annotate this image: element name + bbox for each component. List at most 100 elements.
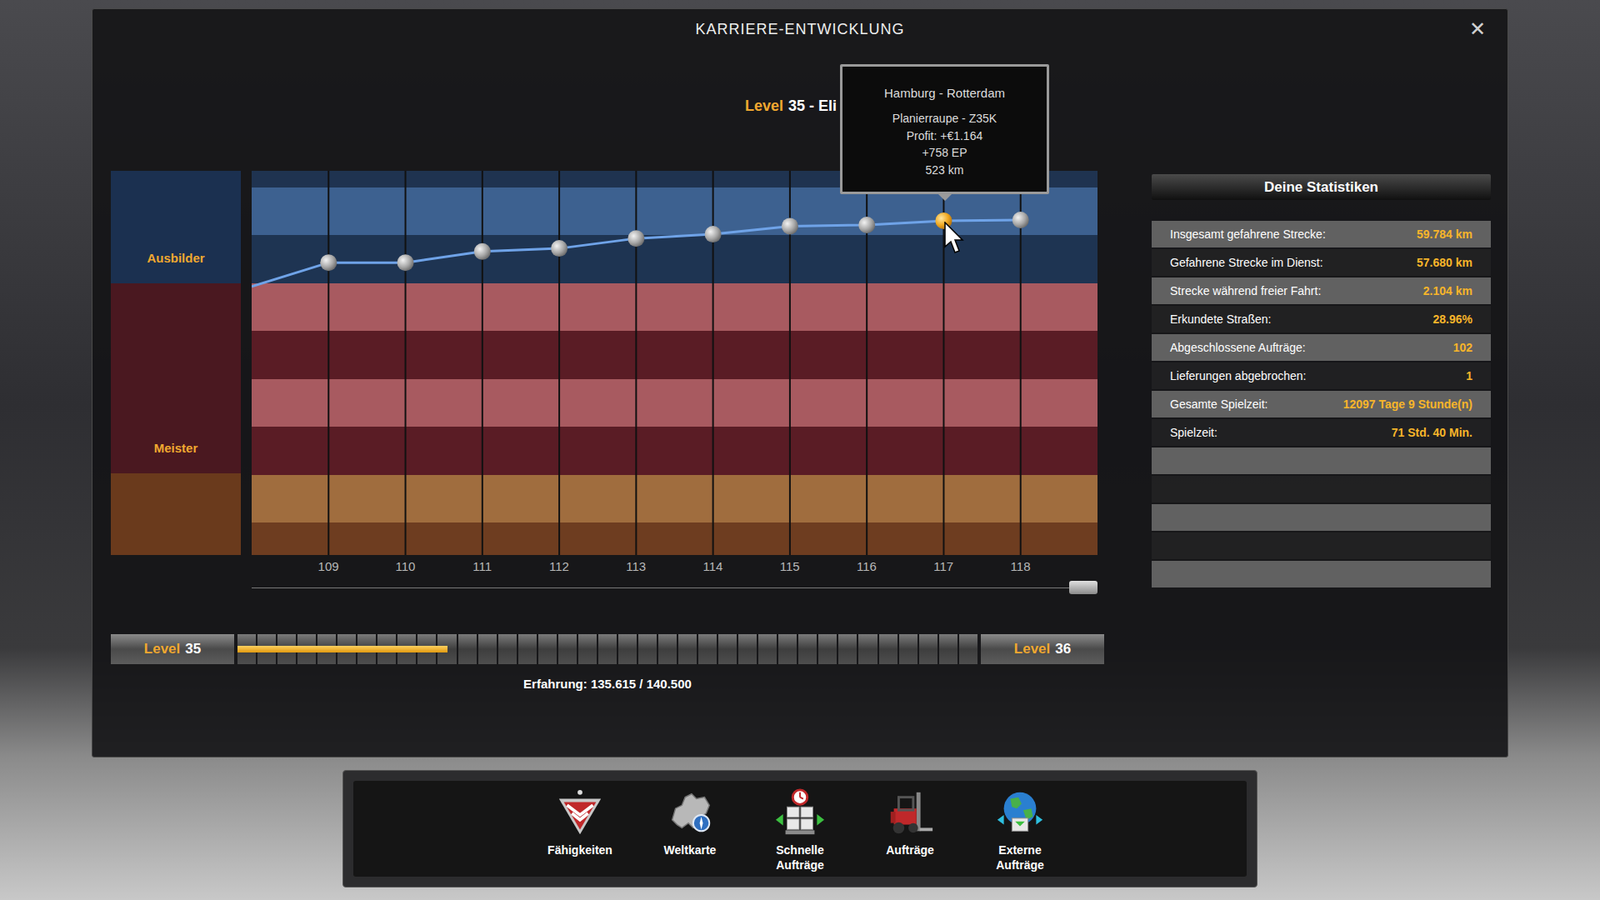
chart-point[interactable] <box>320 254 337 271</box>
stats-row: Erkundete Straßen: 28.96% <box>1151 305 1491 333</box>
toolbar-label: Fähigkeiten <box>547 842 613 858</box>
progress-segment <box>959 634 978 665</box>
progress-segment <box>638 634 657 665</box>
globe-icon <box>994 787 1046 840</box>
progress-segment <box>939 634 958 665</box>
progress-segment <box>658 634 677 665</box>
scrollbar-thumb[interactable] <box>1069 580 1098 595</box>
chart-point[interactable] <box>858 216 875 234</box>
chart-point[interactable] <box>1012 211 1030 229</box>
chart-point[interactable] <box>705 225 722 243</box>
stats-value: 59.784 km <box>1416 227 1473 241</box>
stats-empty-row <box>1151 447 1491 475</box>
stats-label: Gefahrene Strecke im Dienst: <box>1170 255 1324 270</box>
stats-row: Lieferungen abgebrochen: 1 <box>1151 362 1491 390</box>
level-progress-bar: Level35Level36 <box>110 634 1105 665</box>
stats-value: 102 <box>1453 340 1473 355</box>
x-axis-tick: 116 <box>828 557 905 576</box>
tooltip-line: Planierraupe - Z35K <box>849 110 1040 128</box>
chart-lines <box>251 170 1098 555</box>
x-axis-tick: 115 <box>751 557 829 576</box>
progress-segment <box>458 634 477 665</box>
chart-band-stripe <box>251 426 1098 475</box>
progress-segment <box>818 634 837 665</box>
chart-gridline <box>558 170 560 555</box>
progress-segment <box>758 634 777 665</box>
stats-value: 1 <box>1465 369 1473 383</box>
toolbar-label: Weltkarte <box>664 842 717 858</box>
stats-value: 2.104 km <box>1423 284 1473 298</box>
toolbar-label: Schnelle Aufträge <box>756 842 844 873</box>
forklift-icon <box>884 787 936 840</box>
rank-band <box>110 473 241 555</box>
stats-label: Erkundete Straßen: <box>1170 312 1271 326</box>
progress-segment <box>558 634 577 665</box>
stats-value: 28.96% <box>1433 312 1473 326</box>
rank-column: Ausbilder Meister <box>110 170 241 555</box>
stats-label: Spielzeit: <box>1170 425 1218 440</box>
progress-segment <box>578 634 597 665</box>
chart-point[interactable] <box>550 240 568 257</box>
progress-segment <box>879 634 898 665</box>
level-heading-value: 35 - Eli <box>788 97 837 115</box>
stats-label: Abgeschlossene Aufträge: <box>1170 340 1306 355</box>
toolbar-button[interactable]: Aufträge <box>866 787 954 877</box>
x-axis-tick: 118 <box>981 557 1059 576</box>
toolbar-button[interactable]: Schnelle Aufträge <box>756 787 844 877</box>
chart-band-stripe <box>251 235 1098 284</box>
close-button[interactable]: ✕ <box>1469 17 1486 41</box>
rank-label: Meister <box>154 440 199 455</box>
chart-gridline <box>635 170 637 555</box>
stats-empty-row <box>1151 560 1491 588</box>
stats-empty-row <box>1151 504 1491 531</box>
progress-segment <box>518 634 537 665</box>
chart-band-stripe <box>251 379 1098 428</box>
x-axis-tick: 109 <box>290 557 367 576</box>
stats-row: Gesamte Spielzeit:12097 Tage 9 Stunde(n) <box>1151 390 1491 418</box>
chart-gridline <box>405 170 407 555</box>
stats-empty-row <box>1151 532 1491 560</box>
stats-label: Insgesamt gefahrene Strecke: <box>1170 227 1326 241</box>
progress-track <box>237 634 978 665</box>
stats-value: 12097 Tage 9 Stunde(n) <box>1343 397 1473 411</box>
x-axis: 109110111112113114115116117118 <box>290 557 1106 576</box>
stats-row: Abgeschlossene Aufträge: 102 <box>1151 334 1491 361</box>
stats-label: Lieferungen abgebrochen: <box>1170 369 1306 383</box>
experience-text: Erfahrung: 135.615 / 140.500 <box>110 675 1105 693</box>
chart-scrollbar[interactable] <box>251 580 1098 595</box>
toolbar-label: Externe Aufträge <box>976 842 1064 873</box>
progress-segment <box>899 634 918 665</box>
panel-content: Ausbilder Meister 109110111112113114115116… <box>92 170 1508 693</box>
progress-fill <box>237 645 448 653</box>
toolbar-button[interactable]: Fähigkeiten <box>536 787 624 877</box>
progress-segment <box>718 634 737 665</box>
rank-band: Meister <box>110 283 241 474</box>
progress-segment <box>538 634 557 665</box>
chart-point[interactable] <box>627 230 645 247</box>
chart-gridline <box>327 170 330 555</box>
panel-title: KARRIERE-ENTWICKLUNG <box>695 20 905 39</box>
progress-segment <box>778 634 797 665</box>
quick-jobs-icon <box>774 787 826 840</box>
chart-point[interactable] <box>474 243 491 260</box>
tooltip-line: Profit: +€1.164 <box>849 127 1040 145</box>
toolbar-label: Aufträge <box>885 842 935 858</box>
chart-line <box>251 220 1021 287</box>
rank-label: Ausbilder <box>146 250 205 265</box>
progress-segment <box>798 634 817 665</box>
chart-point[interactable] <box>397 254 415 271</box>
stats-panel: Deine StatistikenInsgesamt gefahrene Str… <box>1151 174 1491 693</box>
rank-band: Ausbilder <box>110 170 241 284</box>
chart-point[interactable] <box>781 217 799 235</box>
mouse-cursor-icon <box>944 221 965 255</box>
progress-segment <box>598 634 617 665</box>
stats-value: 57.680 km <box>1416 255 1473 270</box>
chart-gridline <box>1020 170 1022 555</box>
bottom-toolbar: Fähigkeiten Weltkarte Schnelle Aufträge Auf… <box>342 770 1258 888</box>
chart-plot <box>251 170 1098 555</box>
toolbar-button[interactable]: Externe Aufträge <box>976 787 1064 877</box>
tooltip-line: 523 km <box>849 161 1040 180</box>
panel-header: KARRIERE-ENTWICKLUNG ✕ <box>92 9 1508 50</box>
x-axis-tick: 110 <box>366 557 444 576</box>
toolbar-button[interactable]: Weltkarte <box>646 787 734 877</box>
